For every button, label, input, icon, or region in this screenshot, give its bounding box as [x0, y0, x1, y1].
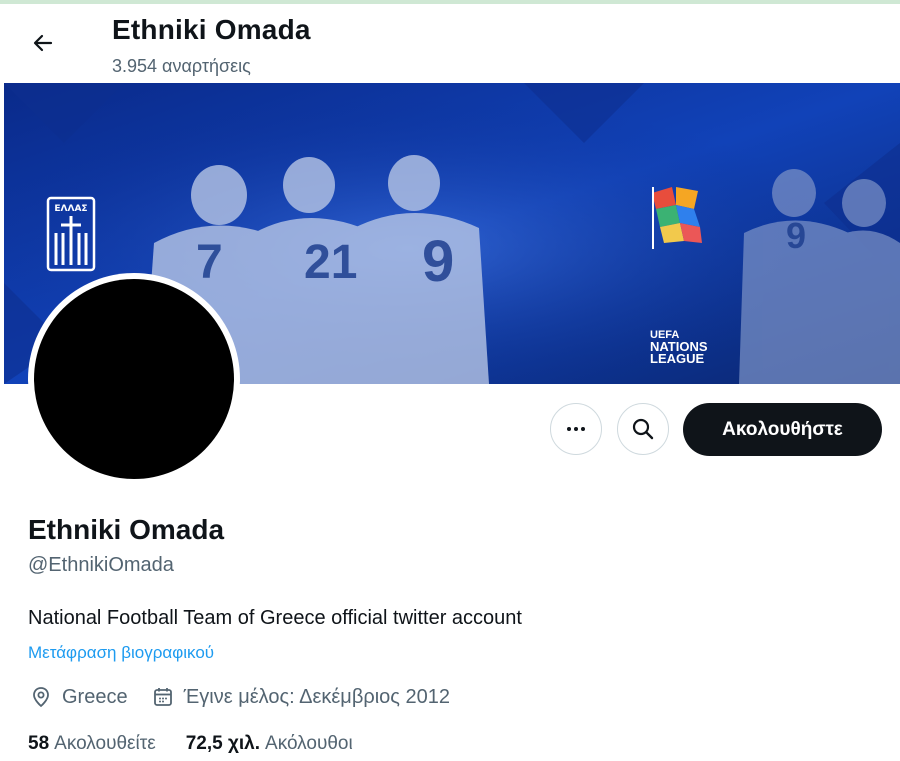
- follow-button[interactable]: Ακολουθήστε: [683, 403, 882, 456]
- translate-bio-link[interactable]: Μετάφραση βιογραφικού: [28, 643, 214, 663]
- search-icon: [632, 418, 654, 440]
- hellas-crest: ΕΛΛΑΣ: [46, 196, 96, 272]
- more-dots-icon: [567, 427, 585, 431]
- following-label: Ακολουθείτε: [54, 733, 156, 754]
- followers-count: 72,5 χιλ.: [185, 733, 261, 754]
- more-button[interactable]: [550, 403, 602, 455]
- league-league: LEAGUE: [650, 351, 705, 366]
- jersey-number: 21: [304, 236, 357, 289]
- crest-label: ΕΛΛΑΣ: [54, 204, 87, 214]
- profile-header: Ethniki Omada 3.954 αναρτήσεις: [0, 4, 900, 83]
- followers-link[interactable]: 72,5 χιλ. Ακόλουθοι: [186, 733, 353, 755]
- jersey-number: 9: [422, 229, 454, 294]
- profile-bio: National Football Team of Greece officia…: [28, 607, 522, 629]
- profile-name: Ethniki Omada: [28, 514, 225, 545]
- following-link[interactable]: 58 Ακολουθείτε: [28, 733, 156, 755]
- calendar-icon: [150, 684, 176, 710]
- arrow-left-icon: [33, 34, 53, 52]
- followers-label: Ακόλουθοι: [265, 733, 353, 754]
- jersey-number: 7: [196, 236, 223, 289]
- back-button[interactable]: [26, 26, 60, 60]
- location-icon: [28, 684, 54, 710]
- nations-league-text: UEFA NATIONS LEAGUE: [650, 329, 708, 365]
- profile-handle: @EthnikiOmada: [28, 554, 174, 576]
- following-count: 58: [28, 733, 50, 754]
- avatar-frame: [28, 273, 240, 485]
- profile-meta: Greece Έγινε μέλος: Δεκέμβριος 2012: [28, 684, 450, 710]
- profile-location: Greece: [62, 685, 128, 708]
- profile-joined: Έγινε μέλος: Δεκέμβριος 2012: [183, 685, 450, 708]
- search-button[interactable]: [617, 403, 669, 455]
- avatar[interactable]: [34, 279, 234, 479]
- header-title: Ethniki Omada: [112, 14, 311, 45]
- jersey-number: 9: [786, 215, 806, 256]
- posts-count: 3.954 αναρτήσεις: [112, 56, 251, 76]
- follow-stats: 58 Ακολουθείτε 72,5 χιλ. Ακόλουθοι: [28, 733, 353, 755]
